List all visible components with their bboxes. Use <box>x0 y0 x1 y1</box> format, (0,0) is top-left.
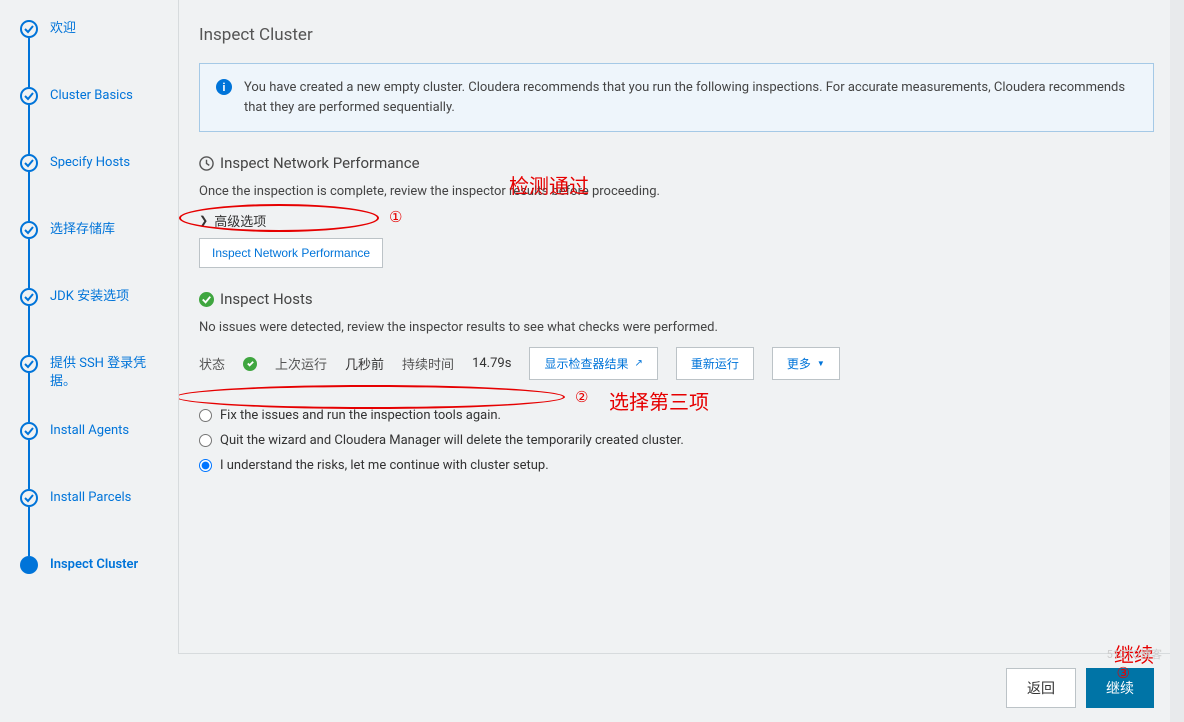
annotation-num-2: ② <box>575 388 588 406</box>
back-button[interactable]: 返回 <box>1006 668 1076 708</box>
hosts-heading: Inspect Hosts <box>220 290 313 308</box>
radio-fix[interactable]: Fix the issues and run the inspection to… <box>199 408 1154 423</box>
step-label: Install Parcels <box>50 489 131 507</box>
network-section-header: Inspect Network Performance <box>199 154 1154 172</box>
check-icon <box>20 154 38 172</box>
duration-value: 14.79s <box>472 356 511 371</box>
hosts-section-header: Inspect Hosts <box>199 290 1154 308</box>
radio-quit-input[interactable] <box>199 434 212 447</box>
network-heading: Inspect Network Performance <box>220 154 420 172</box>
duration-label: 持续时间 <box>402 354 454 373</box>
radio-quit[interactable]: Quit the wizard and Cloudera Manager wil… <box>199 433 1154 448</box>
step-select-repo[interactable]: 选择存储库 <box>20 221 168 288</box>
status-row: 状态 上次运行 几秒前 持续时间 14.79s 显示检查器结果 ↗ 重新运行 更… <box>199 347 1154 380</box>
wizard-sidebar: 欢迎 Cluster Basics Specify Hosts 选择存储库 JD… <box>0 0 178 722</box>
continue-button[interactable]: 继续 <box>1086 668 1154 708</box>
step-ssh[interactable]: 提供 SSH 登录凭据。 <box>20 355 168 422</box>
footer: 返回 继续 <box>178 653 1184 722</box>
info-banner: i You have created a new empty cluster. … <box>199 63 1154 132</box>
check-icon <box>20 20 38 38</box>
step-label: Specify Hosts <box>50 154 130 172</box>
step-install-parcels[interactable]: Install Parcels <box>20 489 168 556</box>
check-circle-icon <box>199 292 214 307</box>
annotation-ellipse-2 <box>178 385 565 409</box>
step-install-agents[interactable]: Install Agents <box>20 422 168 489</box>
step-label: JDK 安装选项 <box>50 288 129 306</box>
advanced-options-label: 高级选项 <box>214 211 266 230</box>
show-results-label: 显示检查器结果 <box>544 355 628 372</box>
show-results-button[interactable]: 显示检查器结果 ↗ <box>529 347 657 380</box>
last-run-value: 几秒前 <box>345 354 384 373</box>
chevron-right-icon: ❯ <box>199 214 208 227</box>
external-link-icon: ↗ <box>634 358 642 369</box>
step-jdk[interactable]: JDK 安装选项 <box>20 288 168 355</box>
step-label: 选择存储库 <box>50 221 115 239</box>
radio-quit-label: Quit the wizard and Cloudera Manager wil… <box>220 433 684 448</box>
step-specify-hosts[interactable]: Specify Hosts <box>20 154 168 221</box>
step-cluster-basics[interactable]: Cluster Basics <box>20 87 168 154</box>
inspect-network-button[interactable]: Inspect Network Performance <box>199 238 383 268</box>
scrollbar[interactable] <box>1170 0 1184 722</box>
radio-understand[interactable]: I understand the risks, let me continue … <box>199 458 1154 473</box>
check-icon <box>20 489 38 507</box>
step-inspect-cluster[interactable]: Inspect Cluster <box>20 556 168 574</box>
step-label: Inspect Cluster <box>50 556 138 574</box>
check-icon <box>20 355 38 373</box>
page-title: Inspect Cluster <box>199 25 1154 45</box>
check-icon <box>20 422 38 440</box>
step-welcome[interactable]: 欢迎 <box>20 20 168 87</box>
caret-down-icon: ▼ <box>817 359 825 368</box>
info-icon: i <box>216 79 232 95</box>
radio-fix-input[interactable] <box>199 409 212 422</box>
current-step-icon <box>20 556 38 574</box>
step-label: Cluster Basics <box>50 87 133 105</box>
more-button[interactable]: 更多 ▼ <box>772 347 840 380</box>
info-text: You have created a new empty cluster. Cl… <box>244 78 1137 117</box>
action-radio-group: Fix the issues and run the inspection to… <box>199 408 1154 473</box>
radio-understand-input[interactable] <box>199 459 212 472</box>
radio-understand-label: I understand the risks, let me continue … <box>220 458 549 473</box>
main-content: Inspect Cluster i You have created a new… <box>178 0 1184 722</box>
step-label: Install Agents <box>50 422 129 440</box>
step-label: 欢迎 <box>50 20 76 38</box>
hosts-desc: No issues were detected, review the insp… <box>199 320 1154 335</box>
network-desc: Once the inspection is complete, review … <box>199 184 1154 199</box>
check-icon <box>20 221 38 239</box>
more-label: 更多 <box>787 355 811 372</box>
advanced-options-toggle[interactable]: ❯ 高级选项 <box>199 211 1154 230</box>
status-ok-icon <box>243 357 257 371</box>
status-label: 状态 <box>199 354 225 373</box>
clock-icon <box>199 156 214 171</box>
last-run-label: 上次运行 <box>275 354 327 373</box>
step-label: 提供 SSH 登录凭据。 <box>50 355 168 391</box>
rerun-button[interactable]: 重新运行 <box>676 347 754 380</box>
radio-fix-label: Fix the issues and run the inspection to… <box>220 408 501 423</box>
check-icon <box>20 288 38 306</box>
check-icon <box>20 87 38 105</box>
